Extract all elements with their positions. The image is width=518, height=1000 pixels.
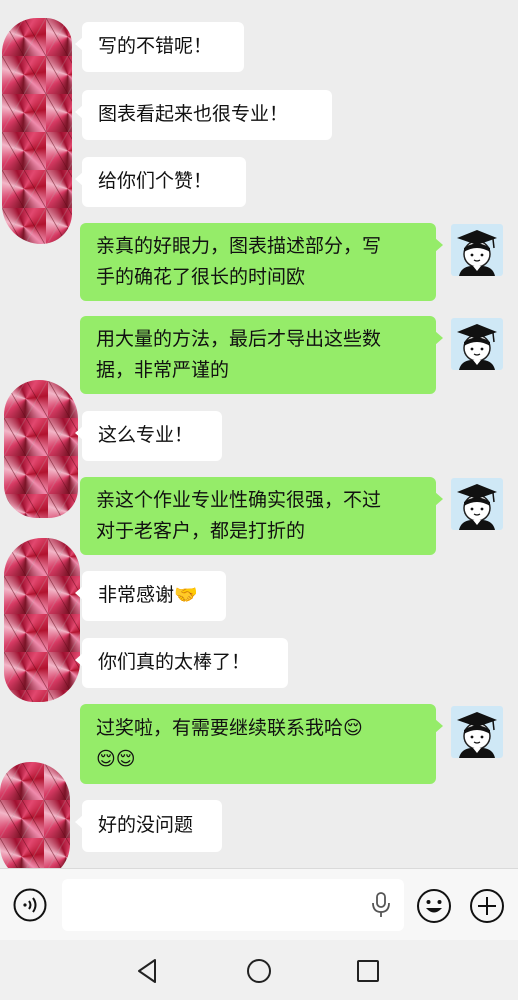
emoji-button[interactable] [416,888,452,924]
graduate-cap-icon [457,230,497,276]
message-text: 亲这个作业专业性确实很强，不过 对于老客户，都是打折的 [96,489,382,542]
avatar-graduate[interactable] [451,478,503,530]
message-bubble[interactable]: 你们真的太棒了！ [75,638,288,688]
message-text: 非常感谢🤝 [98,584,198,606]
message-text: 过奖啦，有需要继续联系我哈😌 😌😌 [96,717,363,770]
avatar-obscured[interactable] [0,762,70,868]
voice-icon [13,888,47,922]
message-bubble[interactable]: 过奖啦，有需要继续联系我哈😌 😌😌 [80,704,443,784]
home-icon [247,959,271,983]
avatar-obscured[interactable] [2,18,72,244]
graduate-cap-icon [457,712,497,758]
back-button[interactable] [133,956,163,986]
home-button[interactable] [244,956,274,986]
message-bubble[interactable]: 亲真的好眼力，图表描述部分，写 手的确花了很长的时间欧 [80,223,443,301]
avatar-obscured[interactable] [4,538,80,702]
message-text: 你们真的太棒了！ [98,651,251,673]
microphone-icon [372,892,390,917]
graduate-cap-icon [457,324,497,370]
message-text: 这么专业！ [98,424,194,446]
message-text: 好的没问题 [98,814,194,836]
avatar-obscured[interactable] [4,380,78,518]
message-text: 图表看起来也很专业！ [98,103,289,125]
message-bubble[interactable]: 亲这个作业专业性确实很强，不过 对于老客户，都是打折的 [80,477,443,555]
avatar-graduate[interactable] [451,224,503,276]
graduate-cap-icon [457,484,497,530]
message-bubble[interactable]: 非常感谢🤝 [75,571,226,621]
input-bar [0,868,518,940]
back-icon [138,959,156,983]
message-bubble[interactable]: 给你们个赞！ [75,157,246,207]
message-text: 亲真的好眼力，图表描述部分，写 手的确花了很长的时间欧 [96,235,382,288]
message-text: 给你们个赞！ [98,170,213,192]
avatar-graduate[interactable] [451,318,503,370]
chat-area[interactable]: 写的不错呢！ 图表看起来也很专业！ 给你们个赞！ 亲真的好眼力，图表描述部分，写… [0,0,518,868]
microphone-button[interactable] [368,891,394,919]
voice-button[interactable] [13,888,47,922]
recents-button[interactable] [353,956,383,986]
recents-icon [357,960,379,982]
message-bubble[interactable]: 这么专业！ [75,411,222,461]
message-bubble[interactable]: 写的不错呢！ [75,22,244,72]
avatar-graduate[interactable] [451,706,503,758]
message-bubble[interactable]: 好的没问题 [75,800,222,852]
more-button[interactable] [469,888,505,924]
message-input[interactable] [62,879,404,931]
message-text: 用大量的方法，最后才导出这些数 据，非常严谨的 [96,328,382,381]
message-bubble[interactable]: 用大量的方法，最后才导出这些数 据，非常严谨的 [80,316,443,394]
emoji-icon [417,889,451,923]
plus-icon [470,889,504,923]
message-text: 写的不错呢！ [98,35,213,57]
system-nav-bar [0,940,518,1000]
message-bubble[interactable]: 图表看起来也很专业！ [75,90,332,140]
